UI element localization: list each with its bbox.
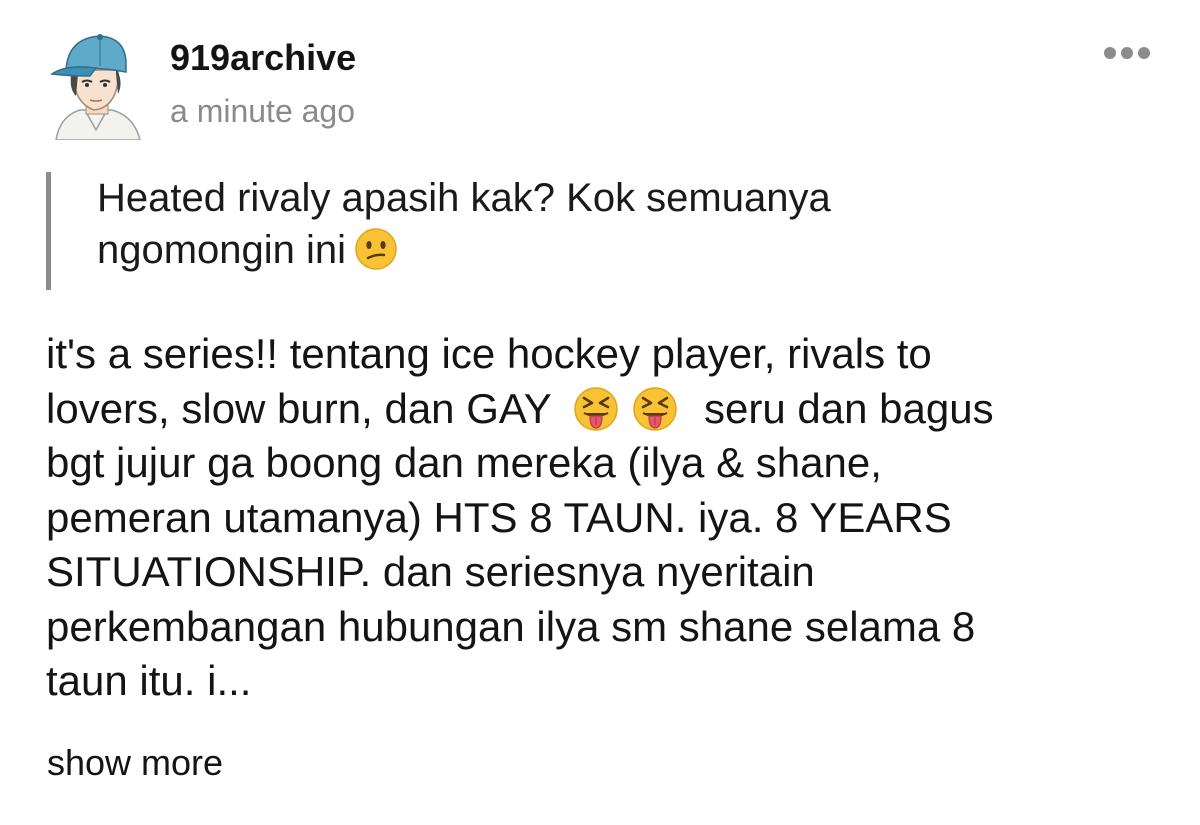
body-line: taun itu. i... xyxy=(46,657,252,704)
quote-text: Heated rivaly apasih kak? Kok semuanya n… xyxy=(97,172,1177,276)
body-line-text: lovers, slow burn, dan GAY xyxy=(46,384,552,432)
body-line: SITUATIONSHIP. dan seriesnya nyeritain xyxy=(46,548,815,595)
quote-line: Heated rivaly apasih kak? Kok semuanya xyxy=(97,176,831,220)
body-line: it's a series!! tentang ice hockey playe… xyxy=(46,330,932,377)
post-body: it's a series!! tentang ice hockey playe… xyxy=(46,327,1176,709)
quoted-question: Heated rivaly apasih kak? Kok semuanya n… xyxy=(46,172,1177,290)
post-header: 919archive a minute ago xyxy=(40,28,1160,143)
body-line: lovers, slow burn, dan GAY seru dan bagu… xyxy=(46,382,1176,437)
quote-line: ngomongin ini xyxy=(97,224,1177,276)
post-timestamp: a minute ago xyxy=(170,93,356,129)
body-line-text: seru dan bagus xyxy=(704,384,994,432)
more-dots-icon[interactable] xyxy=(1102,40,1152,66)
post-card: 919archive a minute ago Heated rivaly ap… xyxy=(0,0,1200,825)
username[interactable]: 919archive xyxy=(170,38,356,78)
confused-face-icon xyxy=(355,228,397,270)
body-line: perkembangan hubungan ilya sm shane sela… xyxy=(46,602,976,650)
avatar[interactable] xyxy=(46,30,146,140)
body-line: pemeran utamanya) HTS 8 TAUN. iya. 8 YEA… xyxy=(46,493,952,541)
body-line: bgt jujur ga boong dan mereka (ilya & sh… xyxy=(46,439,882,486)
quote-line-text: ngomongin ini xyxy=(97,228,347,272)
squinting-face-with-tongue-icon xyxy=(573,386,618,431)
squinting-face-with-tongue-icon xyxy=(633,386,678,431)
show-more-link[interactable]: show more xyxy=(47,742,223,784)
